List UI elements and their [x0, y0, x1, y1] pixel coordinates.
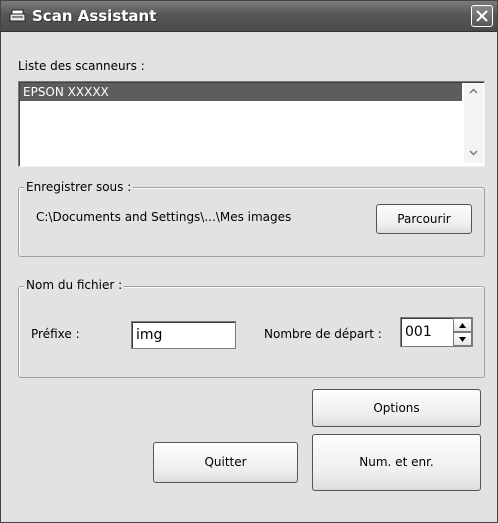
vertical-scrollbar[interactable] [464, 83, 483, 163]
arrow-up-icon [459, 323, 466, 328]
save-path-text: C:\Documents and Settings\...\Mes images [36, 210, 292, 224]
list-item[interactable]: EPSON XXXXX [20, 83, 462, 101]
scan-and-save-button[interactable]: Num. et enr. [312, 434, 481, 491]
browse-button-label: Parcourir [397, 212, 451, 226]
file-name-legend: Nom du fichier : [24, 278, 125, 292]
start-number-label: Nombre de départ : [264, 327, 382, 341]
chevron-down-icon [469, 150, 478, 156]
spin-up-button[interactable] [453, 318, 472, 332]
start-number-value: 001 [405, 324, 432, 340]
options-button-label: Options [373, 401, 420, 415]
scan-and-save-button-label: Num. et enr. [359, 455, 434, 469]
scan-assistant-window: Scan Assistant Liste des scanneurs : EPS… [0, 0, 498, 523]
start-number-input[interactable]: 001 [400, 317, 473, 347]
scanner-icon [9, 8, 27, 24]
arrow-down-icon [459, 337, 466, 342]
prefix-input[interactable]: img [131, 321, 236, 349]
browse-button[interactable]: Parcourir [376, 204, 472, 234]
quit-button-label: Quitter [204, 455, 247, 469]
close-button[interactable] [471, 5, 493, 27]
save-location-legend: Enregistrer sous : [24, 180, 134, 194]
prefix-label: Préfixe : [31, 327, 80, 341]
window-title: Scan Assistant [32, 7, 157, 25]
scanner-list-label: Liste des scanneurs : [18, 59, 145, 73]
chevron-up-icon [469, 88, 478, 94]
scroll-down-button[interactable] [465, 145, 482, 162]
quit-button[interactable]: Quitter [153, 442, 298, 483]
title-bar[interactable]: Scan Assistant [1, 1, 497, 32]
spin-down-button[interactable] [453, 332, 472, 346]
close-icon [476, 10, 488, 22]
scroll-up-button[interactable] [465, 83, 482, 100]
options-button[interactable]: Options [312, 389, 481, 427]
scanner-list[interactable]: EPSON XXXXX [18, 81, 485, 167]
